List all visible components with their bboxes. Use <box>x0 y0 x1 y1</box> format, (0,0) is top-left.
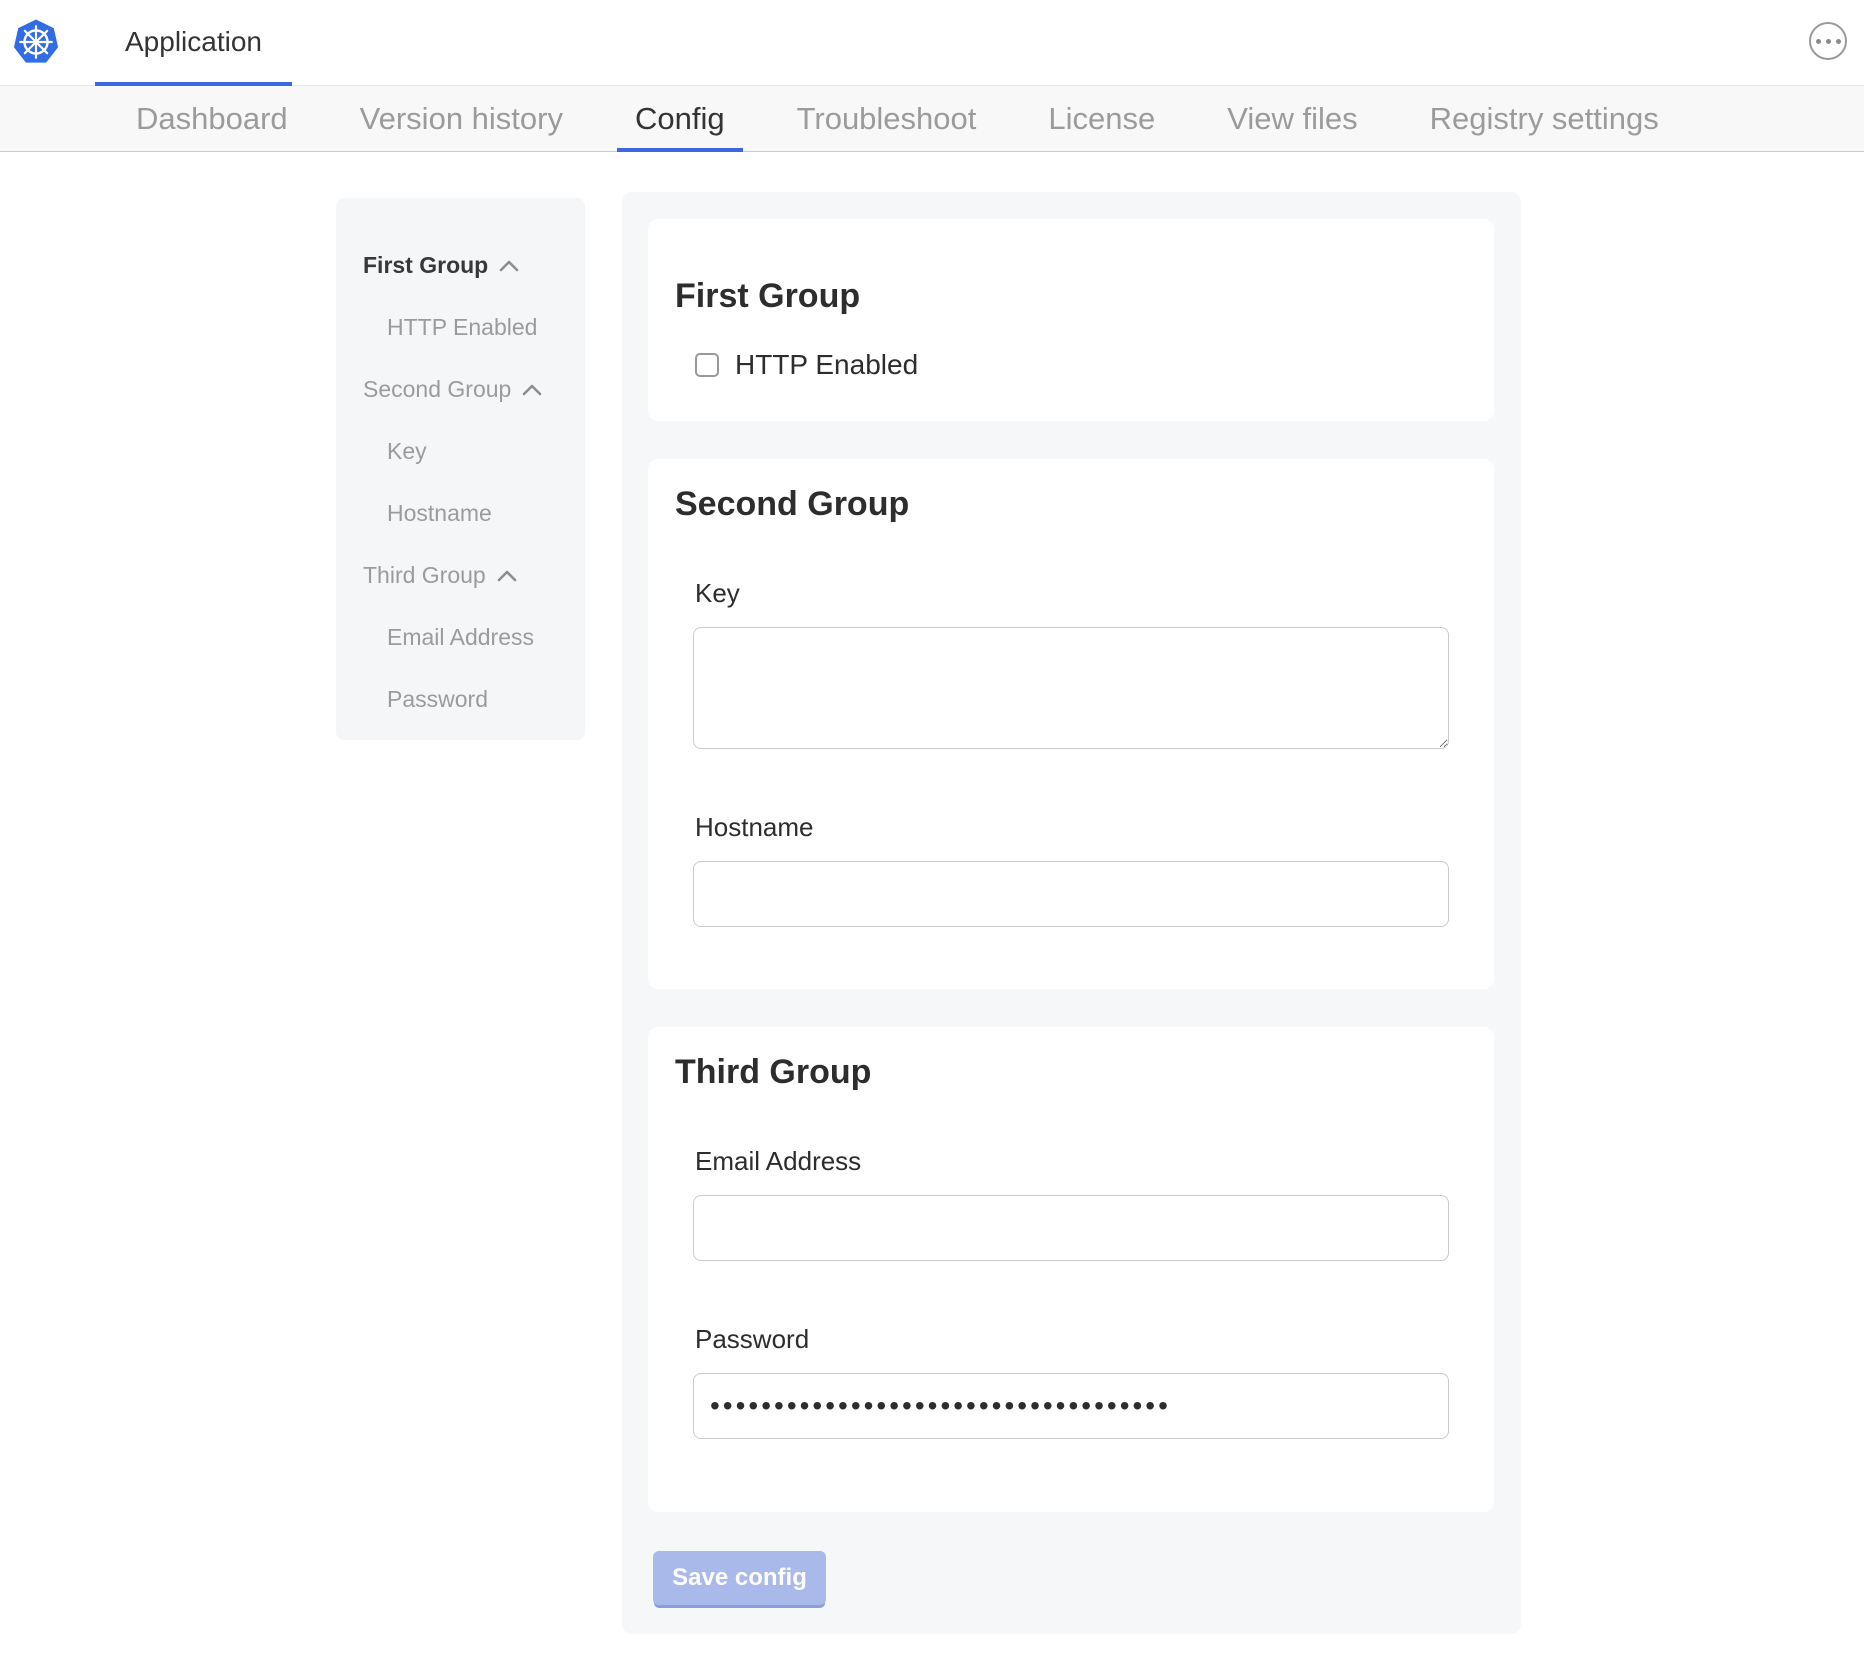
sidebar-item-label: Key <box>387 438 427 465</box>
checkbox-label: HTTP Enabled <box>735 349 918 381</box>
config-group-second: Second Group Key Hostname <box>648 459 1494 989</box>
password-input[interactable] <box>693 1373 1449 1439</box>
email-address-input[interactable] <box>693 1195 1449 1261</box>
kubernetes-logo-icon <box>12 18 60 66</box>
tab-config[interactable]: Config <box>599 86 761 151</box>
sidebar-item-label: First Group <box>363 252 488 279</box>
tab-dashboard[interactable]: Dashboard <box>100 86 324 151</box>
sidebar-item-email-address[interactable]: Email Address <box>363 606 585 668</box>
chevron-up-icon <box>498 259 520 272</box>
hostname-input[interactable] <box>693 861 1449 927</box>
config-sidebar: First Group HTTP Enabled Second Group Ke… <box>336 198 585 740</box>
save-config-button[interactable]: Save config <box>653 1551 826 1605</box>
email-address-label: Email Address <box>695 1145 1449 1177</box>
sidebar-item-second-group[interactable]: Second Group <box>363 358 585 420</box>
group-title: Second Group <box>675 483 1449 525</box>
chevron-up-icon <box>521 383 543 396</box>
group-title: First Group <box>675 275 1449 317</box>
config-group-third: Third Group Email Address Password <box>648 1027 1494 1512</box>
sidebar-item-key[interactable]: Key <box>363 420 585 482</box>
sidebar-item-http-enabled[interactable]: HTTP Enabled <box>363 296 585 358</box>
sidebar-item-label: Hostname <box>387 500 492 527</box>
tab-view-files[interactable]: View files <box>1191 86 1393 151</box>
config-subnav: Dashboard Version history Config Trouble… <box>0 86 1864 152</box>
ellipsis-dot <box>1826 39 1831 44</box>
sidebar-item-label: Third Group <box>363 562 486 589</box>
tab-registry-settings[interactable]: Registry settings <box>1394 86 1695 151</box>
ellipsis-dot <box>1836 39 1841 44</box>
sidebar-item-label: Second Group <box>363 376 511 403</box>
chevron-up-icon <box>496 569 518 582</box>
tab-application[interactable]: Application <box>95 0 292 86</box>
config-panel: First Group HTTP Enabled Second Group Ke… <box>622 192 1521 1634</box>
config-group-first: First Group HTTP Enabled <box>648 219 1494 421</box>
key-label: Key <box>695 577 1449 609</box>
ellipsis-menu-button[interactable] <box>1809 22 1847 60</box>
sidebar-item-label: Email Address <box>387 624 534 651</box>
sidebar-item-first-group[interactable]: First Group <box>363 234 585 296</box>
http-enabled-field[interactable]: HTTP Enabled <box>695 349 918 381</box>
tab-version-history[interactable]: Version history <box>324 86 599 151</box>
sidebar-item-hostname[interactable]: Hostname <box>363 482 585 544</box>
group-title: Third Group <box>675 1051 1449 1093</box>
tab-troubleshoot[interactable]: Troubleshoot <box>761 86 1013 151</box>
hostname-label: Hostname <box>695 811 1449 843</box>
http-enabled-checkbox[interactable] <box>695 353 719 377</box>
ellipsis-dot <box>1816 39 1821 44</box>
password-label: Password <box>695 1323 1449 1355</box>
sidebar-item-label: Password <box>387 686 488 713</box>
sidebar-item-password[interactable]: Password <box>363 668 585 730</box>
tab-license[interactable]: License <box>1012 86 1191 151</box>
sidebar-item-third-group[interactable]: Third Group <box>363 544 585 606</box>
key-textarea[interactable] <box>693 627 1449 749</box>
app-header: Application <box>0 0 1864 86</box>
sidebar-item-label: HTTP Enabled <box>387 314 537 341</box>
